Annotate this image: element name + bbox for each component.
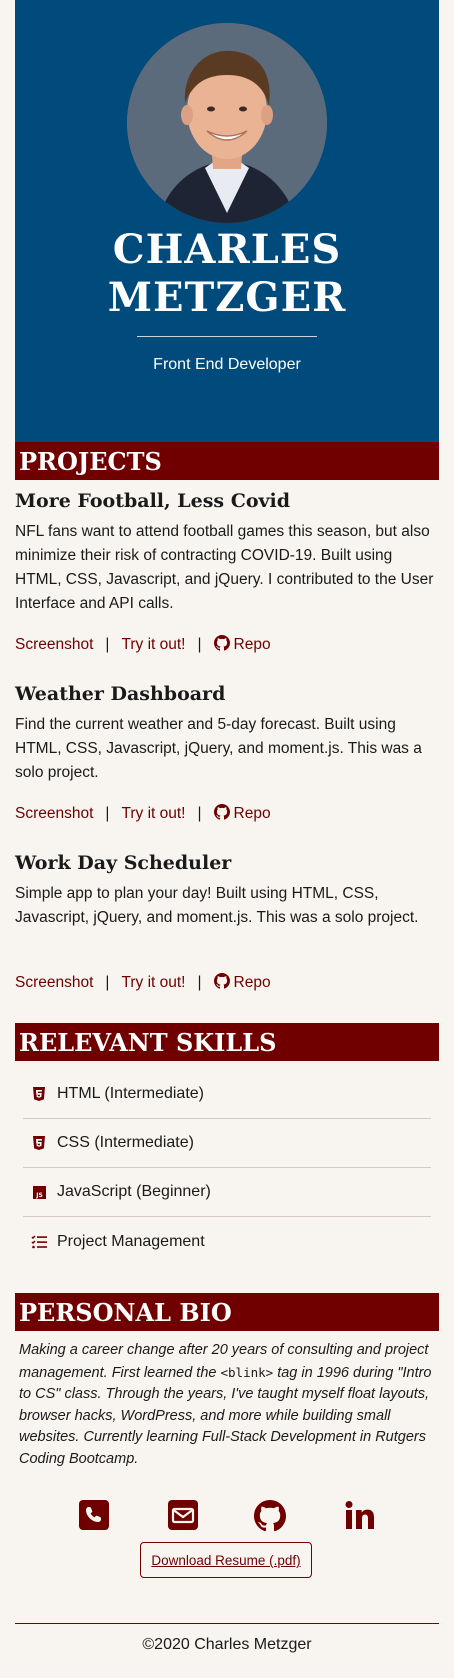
github-icon — [213, 635, 230, 656]
skill-item: Project Management — [23, 1217, 431, 1266]
link-separator: | — [105, 636, 110, 653]
js-icon: JS — [29, 1185, 49, 1199]
envelope-icon[interactable] — [168, 1500, 198, 1535]
profile-photo — [127, 23, 327, 223]
project-title: Work Day Scheduler — [15, 852, 232, 874]
html5-icon — [29, 1087, 49, 1101]
footer-divider — [15, 1623, 439, 1624]
bio-text: Making a career change after 20 years of… — [19, 1340, 435, 1470]
skill-label: Project Management — [57, 1232, 205, 1250]
skills-list: HTML (Intermediate) CSS (Intermediate) J… — [23, 1070, 431, 1266]
repo-link[interactable]: Repo — [213, 804, 271, 825]
skill-item: CSS (Intermediate) — [23, 1119, 431, 1168]
skill-label: CSS (Intermediate) — [57, 1134, 194, 1151]
link-separator: | — [197, 805, 202, 822]
svg-text:JS: JS — [35, 1192, 43, 1199]
tasks-icon — [29, 1234, 49, 1249]
link-separator: | — [105, 805, 110, 822]
contact-icons — [15, 1500, 439, 1534]
project-links: Screenshot | Try it out! | Repo — [15, 635, 271, 656]
project-card: More Football, Less Covid NFL fans want … — [15, 488, 439, 616]
hero-banner: CHARLES METZGER Front End Developer — [15, 0, 439, 442]
hero-name-first: CHARLES — [112, 226, 342, 273]
hero-name: CHARLES METZGER — [15, 226, 439, 322]
github-icon — [213, 804, 230, 825]
screenshot-link[interactable]: Screenshot — [15, 636, 93, 653]
project-card: Work Day Scheduler Simple app to plan yo… — [15, 850, 439, 930]
screenshot-link[interactable]: Screenshot — [15, 974, 93, 991]
project-links: Screenshot | Try it out! | Repo — [15, 804, 271, 825]
project-title: More Football, Less Covid — [15, 490, 291, 512]
repo-link[interactable]: Repo — [213, 973, 271, 994]
repo-link-label: Repo — [233, 805, 271, 822]
skill-item: HTML (Intermediate) — [23, 1070, 431, 1119]
skills-heading: RELEVANT SKILLS — [15, 1023, 439, 1061]
hero-name-last: METZGER — [107, 274, 347, 321]
repo-link-label: Repo — [233, 636, 271, 653]
project-links: Screenshot | Try it out! | Repo — [15, 973, 271, 994]
try-it-out-link[interactable]: Try it out! — [121, 974, 185, 991]
project-description: NFL fans want to attend football games t… — [15, 523, 434, 612]
repo-link[interactable]: Repo — [213, 635, 271, 656]
skill-label: JavaScript (Beginner) — [57, 1183, 211, 1200]
footer-copyright: ©2020 Charles Metzger — [142, 1636, 312, 1653]
css3-icon — [29, 1136, 49, 1150]
skill-label: HTML (Intermediate) — [57, 1085, 204, 1102]
projects-heading: PROJECTS — [15, 442, 439, 480]
try-it-out-link[interactable]: Try it out! — [121, 805, 185, 822]
link-separator: | — [197, 974, 202, 991]
project-description: Simple app to plan your day! Built using… — [15, 885, 419, 926]
github-icon — [213, 973, 230, 994]
link-separator: | — [105, 974, 110, 991]
try-it-out-link[interactable]: Try it out! — [121, 636, 185, 653]
phone-icon[interactable] — [79, 1500, 109, 1535]
profile-photo-illustration — [127, 23, 327, 223]
project-description: Find the current weather and 5-day forec… — [15, 716, 422, 781]
hero-divider — [137, 336, 317, 337]
github-icon[interactable] — [254, 1500, 286, 1537]
linkedin-icon[interactable] — [345, 1500, 375, 1535]
screenshot-link[interactable]: Screenshot — [15, 805, 93, 822]
link-separator: | — [197, 636, 202, 653]
project-card: Weather Dashboard Find the current weath… — [15, 681, 439, 785]
skill-item: JS JavaScript (Beginner) — [23, 1168, 431, 1217]
bio-heading: PERSONAL BIO — [15, 1293, 439, 1331]
bio-code: <blink> — [220, 1364, 274, 1380]
project-title: Weather Dashboard — [15, 683, 226, 705]
repo-link-label: Repo — [233, 974, 271, 991]
download-resume-button[interactable]: Download Resume (.pdf) — [140, 1542, 312, 1578]
hero-job-title: Front End Developer — [153, 356, 301, 373]
